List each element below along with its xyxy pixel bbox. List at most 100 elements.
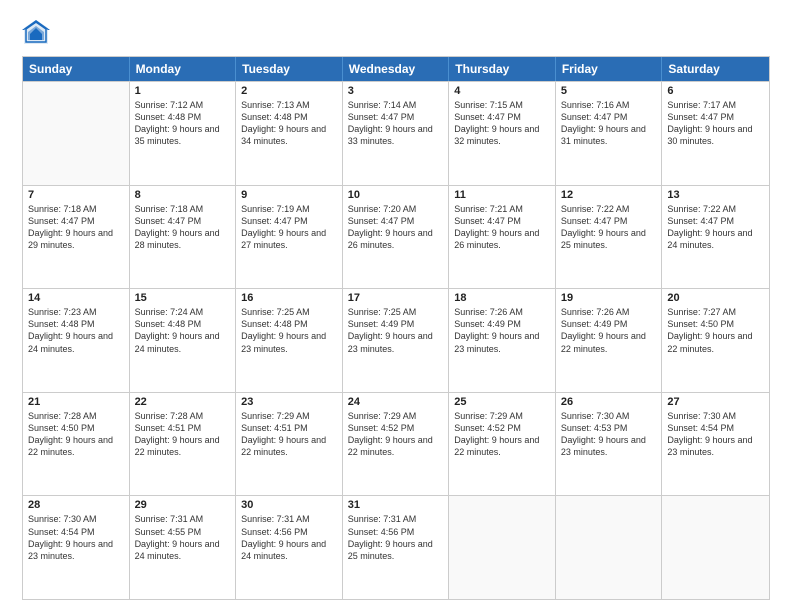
calendar-header: SundayMondayTuesdayWednesdayThursdayFrid… — [23, 57, 769, 81]
cell-info: Sunrise: 7:18 AM Sunset: 4:47 PM Dayligh… — [28, 203, 124, 252]
cell-info: Sunrise: 7:15 AM Sunset: 4:47 PM Dayligh… — [454, 99, 550, 148]
calendar-cell: 2 Sunrise: 7:13 AM Sunset: 4:48 PM Daylig… — [236, 82, 343, 185]
calendar-row-5: 28 Sunrise: 7:30 AM Sunset: 4:54 PM Dayli… — [23, 495, 769, 599]
calendar: SundayMondayTuesdayWednesdayThursdayFrid… — [22, 56, 770, 600]
cell-info: Sunrise: 7:28 AM Sunset: 4:51 PM Dayligh… — [135, 410, 231, 459]
day-number: 21 — [28, 396, 124, 408]
calendar-cell: 23Sunrise: 7:29 AM Sunset: 4:51 PM Dayli… — [236, 393, 343, 496]
calendar-cell: 6 Sunrise: 7:17 AM Sunset: 4:47 PM Daylig… — [662, 82, 769, 185]
day-number: 15 — [135, 292, 231, 304]
calendar-row-4: 21 Sunrise: 7:28 AM Sunset: 4:50 PM Dayli… — [23, 392, 769, 496]
cell-info: Sunrise: 7:22 AM Sunset: 4:47 PM Dayligh… — [667, 203, 764, 252]
calendar-cell: 13 Sunrise: 7:22 AM Sunset: 4:47 PM Dayli… — [662, 186, 769, 289]
calendar-body: 1 Sunrise: 7:12 AM Sunset: 4:48 PM Daylig… — [23, 81, 769, 599]
calendar-cell: 18 Sunrise: 7:26 AM Sunset: 4:49 PM Dayli… — [449, 289, 556, 392]
calendar-cell: 7 Sunrise: 7:18 AM Sunset: 4:47 PM Daylig… — [23, 186, 130, 289]
header — [22, 18, 770, 46]
day-number: 1 — [135, 85, 231, 97]
day-number: 27 — [667, 396, 764, 408]
day-number: 7 — [28, 189, 124, 201]
cell-info: Sunrise: 7:22 AM Sunset: 4:47 PM Dayligh… — [561, 203, 657, 252]
cell-info: Sunrise: 7:27 AM Sunset: 4:50 PM Dayligh… — [667, 306, 764, 355]
calendar-cell: 5 Sunrise: 7:16 AM Sunset: 4:47 PM Daylig… — [556, 82, 663, 185]
cell-info: Sunrise: 7:21 AM Sunset: 4:47 PM Dayligh… — [454, 203, 550, 252]
cell-info: Sunrise: 7:26 AM Sunset: 4:49 PM Dayligh… — [454, 306, 550, 355]
day-number: 20 — [667, 292, 764, 304]
calendar-cell — [449, 496, 556, 599]
cell-info: Sunrise: 7:29 AM Sunset: 4:52 PM Dayligh… — [348, 410, 444, 459]
day-number: 18 — [454, 292, 550, 304]
cell-info: Sunrise: 7:25 AM Sunset: 4:49 PM Dayligh… — [348, 306, 444, 355]
day-number: 19 — [561, 292, 657, 304]
day-number: 28 — [28, 499, 124, 511]
cell-info: Sunrise: 7:16 AM Sunset: 4:47 PM Dayligh… — [561, 99, 657, 148]
calendar-row-3: 14 Sunrise: 7:23 AM Sunset: 4:48 PM Dayli… — [23, 288, 769, 392]
calendar-cell: 29 Sunrise: 7:31 AM Sunset: 4:55 PM Dayli… — [130, 496, 237, 599]
cell-info: Sunrise: 7:31 AM Sunset: 4:56 PM Dayligh… — [348, 513, 444, 562]
calendar-cell — [556, 496, 663, 599]
day-number: 3 — [348, 85, 444, 97]
cell-info: Sunrise: 7:30 AM Sunset: 4:54 PM Dayligh… — [667, 410, 764, 459]
calendar-cell: 9 Sunrise: 7:19 AM Sunset: 4:47 PM Daylig… — [236, 186, 343, 289]
day-number: 9 — [241, 189, 337, 201]
day-number: 16 — [241, 292, 337, 304]
calendar-cell: 12Sunrise: 7:22 AM Sunset: 4:47 PM Dayli… — [556, 186, 663, 289]
calendar-cell: 26 Sunrise: 7:30 AM Sunset: 4:53 PM Dayli… — [556, 393, 663, 496]
calendar-row-2: 7 Sunrise: 7:18 AM Sunset: 4:47 PM Daylig… — [23, 185, 769, 289]
cell-info: Sunrise: 7:31 AM Sunset: 4:55 PM Dayligh… — [135, 513, 231, 562]
calendar-cell — [662, 496, 769, 599]
calendar-cell: 19Sunrise: 7:26 AM Sunset: 4:49 PM Dayli… — [556, 289, 663, 392]
day-number: 6 — [667, 85, 764, 97]
calendar-row-1: 1 Sunrise: 7:12 AM Sunset: 4:48 PM Daylig… — [23, 81, 769, 185]
calendar-cell: 17 Sunrise: 7:25 AM Sunset: 4:49 PM Dayli… — [343, 289, 450, 392]
calendar-cell: 4 Sunrise: 7:15 AM Sunset: 4:47 PM Daylig… — [449, 82, 556, 185]
calendar-cell: 15 Sunrise: 7:24 AM Sunset: 4:48 PM Dayli… — [130, 289, 237, 392]
day-header-monday: Monday — [130, 57, 237, 81]
day-number: 31 — [348, 499, 444, 511]
day-header-sunday: Sunday — [23, 57, 130, 81]
cell-info: Sunrise: 7:30 AM Sunset: 4:54 PM Dayligh… — [28, 513, 124, 562]
cell-info: Sunrise: 7:14 AM Sunset: 4:47 PM Dayligh… — [348, 99, 444, 148]
day-number: 2 — [241, 85, 337, 97]
cell-info: Sunrise: 7:17 AM Sunset: 4:47 PM Dayligh… — [667, 99, 764, 148]
day-number: 26 — [561, 396, 657, 408]
cell-info: Sunrise: 7:19 AM Sunset: 4:47 PM Dayligh… — [241, 203, 337, 252]
cell-info: Sunrise: 7:29 AM Sunset: 4:52 PM Dayligh… — [454, 410, 550, 459]
day-number: 14 — [28, 292, 124, 304]
day-number: 22 — [135, 396, 231, 408]
day-number: 13 — [667, 189, 764, 201]
cell-info: Sunrise: 7:18 AM Sunset: 4:47 PM Dayligh… — [135, 203, 231, 252]
cell-info: Sunrise: 7:12 AM Sunset: 4:48 PM Dayligh… — [135, 99, 231, 148]
logo — [22, 18, 54, 46]
cell-info: Sunrise: 7:31 AM Sunset: 4:56 PM Dayligh… — [241, 513, 337, 562]
cell-info: Sunrise: 7:13 AM Sunset: 4:48 PM Dayligh… — [241, 99, 337, 148]
day-number: 29 — [135, 499, 231, 511]
calendar-cell: 27 Sunrise: 7:30 AM Sunset: 4:54 PM Dayli… — [662, 393, 769, 496]
calendar-cell — [23, 82, 130, 185]
day-header-friday: Friday — [556, 57, 663, 81]
day-header-tuesday: Tuesday — [236, 57, 343, 81]
calendar-cell: 20 Sunrise: 7:27 AM Sunset: 4:50 PM Dayli… — [662, 289, 769, 392]
calendar-cell: 3 Sunrise: 7:14 AM Sunset: 4:47 PM Daylig… — [343, 82, 450, 185]
calendar-cell: 10Sunrise: 7:20 AM Sunset: 4:47 PM Dayli… — [343, 186, 450, 289]
logo-icon — [22, 18, 50, 46]
day-number: 25 — [454, 396, 550, 408]
calendar-cell: 22 Sunrise: 7:28 AM Sunset: 4:51 PM Dayli… — [130, 393, 237, 496]
cell-info: Sunrise: 7:23 AM Sunset: 4:48 PM Dayligh… — [28, 306, 124, 355]
day-header-wednesday: Wednesday — [343, 57, 450, 81]
day-number: 5 — [561, 85, 657, 97]
calendar-cell: 30Sunrise: 7:31 AM Sunset: 4:56 PM Dayli… — [236, 496, 343, 599]
cell-info: Sunrise: 7:24 AM Sunset: 4:48 PM Dayligh… — [135, 306, 231, 355]
day-number: 11 — [454, 189, 550, 201]
cell-info: Sunrise: 7:30 AM Sunset: 4:53 PM Dayligh… — [561, 410, 657, 459]
calendar-cell: 25 Sunrise: 7:29 AM Sunset: 4:52 PM Dayli… — [449, 393, 556, 496]
cell-info: Sunrise: 7:28 AM Sunset: 4:50 PM Dayligh… — [28, 410, 124, 459]
day-number: 17 — [348, 292, 444, 304]
day-number: 4 — [454, 85, 550, 97]
day-number: 24 — [348, 396, 444, 408]
day-number: 8 — [135, 189, 231, 201]
day-number: 10 — [348, 189, 444, 201]
calendar-cell: 24 Sunrise: 7:29 AM Sunset: 4:52 PM Dayli… — [343, 393, 450, 496]
cell-info: Sunrise: 7:29 AM Sunset: 4:51 PM Dayligh… — [241, 410, 337, 459]
page: SundayMondayTuesdayWednesdayThursdayFrid… — [0, 0, 792, 612]
